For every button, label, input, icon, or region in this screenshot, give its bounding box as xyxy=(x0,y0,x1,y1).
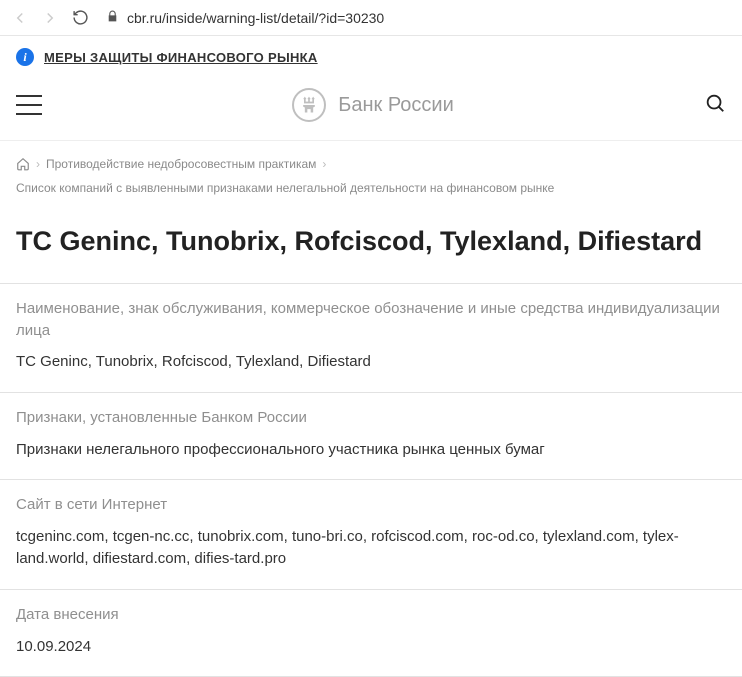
breadcrumb-item-2: Список компаний с выявленными признаками… xyxy=(16,179,554,197)
page-title: TC Geninc, Tunobrix, Rofciscod, Tylexlan… xyxy=(0,201,742,283)
section-date: Дата внесения 10.09.2024 xyxy=(0,589,742,677)
section-name-value: TC Geninc, Tunobrix, Rofciscod, Tylexlan… xyxy=(16,351,726,374)
section-site: Сайт в сети Интернет tcgeninc.com, tcgen… xyxy=(0,479,742,589)
brand[interactable]: Банк России xyxy=(42,88,704,122)
notice-bar: i МЕРЫ ЗАЩИТЫ ФИНАНСОВОГО РЫНКА xyxy=(0,36,742,78)
section-site-value: tcgeninc.com, tcgen-nc.cc, tunobrix.com,… xyxy=(16,526,726,571)
breadcrumb-item-1[interactable]: Противодействие недобросовестным практик… xyxy=(46,155,316,173)
section-signs-label: Признаки, установленные Банком России xyxy=(16,407,726,429)
notice-link[interactable]: МЕРЫ ЗАЩИТЫ ФИНАНСОВОГО РЫНКА xyxy=(44,50,318,65)
section-signs-value: Признаки нелегального профессионального … xyxy=(16,439,726,462)
url-text: cbr.ru/inside/warning-list/detail/?id=30… xyxy=(127,10,384,26)
lock-icon xyxy=(106,10,119,26)
section-site-label: Сайт в сети Интернет xyxy=(16,494,726,516)
menu-button[interactable] xyxy=(16,95,42,115)
home-icon[interactable] xyxy=(16,157,30,171)
search-button[interactable] xyxy=(704,92,726,119)
brand-name: Банк России xyxy=(338,94,454,117)
back-button[interactable] xyxy=(10,8,30,28)
section-signs: Признаки, установленные Банком России Пр… xyxy=(0,392,742,479)
breadcrumb: › Противодействие недобросовестным практ… xyxy=(0,141,742,201)
brand-logo-icon xyxy=(292,88,326,122)
forward-button[interactable] xyxy=(40,8,60,28)
section-name: Наименование, знак обслуживания, коммерч… xyxy=(0,283,742,392)
address-bar[interactable]: cbr.ru/inside/warning-list/detail/?id=30… xyxy=(100,10,732,26)
section-date-value: 10.09.2024 xyxy=(16,636,726,659)
site-header: Банк России xyxy=(0,78,742,141)
reload-button[interactable] xyxy=(70,8,90,28)
info-icon: i xyxy=(16,48,34,66)
browser-toolbar: cbr.ru/inside/warning-list/detail/?id=30… xyxy=(0,0,742,36)
breadcrumb-separator: › xyxy=(36,155,40,173)
breadcrumb-separator: › xyxy=(322,155,326,173)
section-date-label: Дата внесения xyxy=(16,604,726,626)
section-name-label: Наименование, знак обслуживания, коммерч… xyxy=(16,298,726,342)
